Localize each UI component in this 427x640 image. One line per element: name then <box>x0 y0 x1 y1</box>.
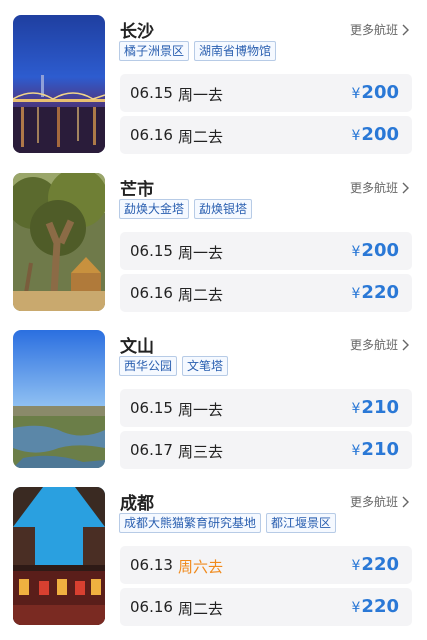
flight-row[interactable]: 06.13 周六去 ¥220 <box>120 546 412 584</box>
more-flights-label: 更多航班 <box>349 338 398 352</box>
more-flights-label: 更多航班 <box>349 495 398 509</box>
flight-day: 周二去 <box>178 286 224 304</box>
flight-row[interactable]: 06.17 周三去 ¥210 <box>120 431 412 469</box>
attraction-tag[interactable]: 西华公园 <box>119 356 178 376</box>
flight-date: 06.16 <box>130 598 173 616</box>
city-name: 文山 <box>120 337 154 357</box>
flight-row[interactable]: 06.15 周一去 ¥200 <box>120 74 412 112</box>
flight-price: ¥220 <box>352 554 400 575</box>
currency-symbol: ¥ <box>351 286 361 302</box>
attraction-tag[interactable]: 勐焕银塔 <box>194 199 253 219</box>
currency-symbol: ¥ <box>351 244 361 260</box>
flight-day: 周二去 <box>178 128 224 146</box>
currency-symbol: ¥ <box>351 86 361 102</box>
chevron-right-icon <box>402 496 409 507</box>
flight-date: 06.16 <box>130 284 173 302</box>
currency-symbol: ¥ <box>351 128 361 144</box>
currency-symbol: ¥ <box>351 558 361 574</box>
city-name: 芒市 <box>120 180 154 200</box>
more-flights-link[interactable]: 更多航班 <box>350 493 409 510</box>
flight-day: 周一去 <box>178 244 224 262</box>
city-name: 成都 <box>120 494 154 514</box>
flight-date: 06.13 <box>130 556 173 574</box>
price-value: 220 <box>361 596 399 617</box>
attraction-tags: 西华公园 文笔塔 <box>119 356 229 376</box>
flight-row[interactable]: 06.15 周一去 ¥200 <box>120 232 412 270</box>
flight-date: 06.16 <box>130 126 173 144</box>
lake-landscape-image[interactable] <box>13 330 105 468</box>
flight-row[interactable]: 06.16 周二去 ¥220 <box>120 274 412 312</box>
flight-price: ¥220 <box>352 596 400 617</box>
attraction-tag[interactable]: 都江堰景区 <box>266 513 337 533</box>
flight-day: 周三去 <box>178 443 224 461</box>
attraction-tags: 橘子洲景区 湖南省博物馆 <box>119 41 277 61</box>
more-flights-label: 更多航班 <box>349 23 398 37</box>
attraction-tags: 成都大熊猫繁育研究基地 都江堰景区 <box>119 513 337 533</box>
flight-price: ¥210 <box>352 439 400 460</box>
flight-price: ¥210 <box>352 397 400 418</box>
attraction-tags: 勐焕大金塔 勐焕银塔 <box>119 199 253 219</box>
currency-symbol: ¥ <box>351 443 361 459</box>
more-flights-label: 更多航班 <box>349 181 398 195</box>
price-value: 210 <box>361 397 399 418</box>
price-value: 210 <box>361 439 399 460</box>
more-flights-link[interactable]: 更多航班 <box>350 21 409 38</box>
flight-price: ¥200 <box>352 124 400 145</box>
flight-price: ¥200 <box>352 82 400 103</box>
destination-card[interactable]: 成都 更多航班 成都大熊猫繁育研究基地 都江堰景区 06.13 周六去 ¥220… <box>0 487 427 640</box>
flight-day: 周一去 <box>178 86 224 104</box>
destination-card[interactable]: 长沙 更多航班 橘子洲景区 湖南省博物馆 06.15 周一去 ¥200 06.1… <box>0 15 427 173</box>
currency-symbol: ¥ <box>351 401 361 417</box>
flight-day: 周一去 <box>178 401 224 419</box>
attraction-tag[interactable]: 湖南省博物馆 <box>194 41 277 61</box>
price-value: 200 <box>361 82 399 103</box>
chevron-right-icon <box>402 24 409 35</box>
attraction-tag[interactable]: 成都大熊猫繁育研究基地 <box>119 513 262 533</box>
more-flights-link[interactable]: 更多航班 <box>350 336 409 353</box>
destination-card[interactable]: 文山 更多航班 西华公园 文笔塔 06.15 周一去 ¥210 06.17 周三… <box>0 330 427 488</box>
flight-row[interactable]: 06.15 周一去 ¥210 <box>120 389 412 427</box>
flight-day: 周二去 <box>178 600 224 618</box>
price-value: 200 <box>361 124 399 145</box>
flight-price: ¥220 <box>352 282 400 303</box>
night-bridge-image[interactable] <box>13 15 105 153</box>
chevron-right-icon <box>402 182 409 193</box>
flight-price: ¥200 <box>352 240 400 261</box>
destination-card[interactable]: 芒市 更多航班 勐焕大金塔 勐焕银塔 06.15 周一去 ¥200 06.16 … <box>0 173 427 331</box>
flight-date: 06.15 <box>130 242 173 260</box>
flight-row[interactable]: 06.16 周二去 ¥200 <box>120 116 412 154</box>
banyan-tree-image[interactable] <box>13 173 105 311</box>
price-value: 220 <box>361 282 399 303</box>
flight-date: 06.17 <box>130 441 173 459</box>
more-flights-link[interactable]: 更多航班 <box>350 179 409 196</box>
city-name: 长沙 <box>120 22 154 42</box>
flight-row[interactable]: 06.16 周二去 ¥220 <box>120 588 412 626</box>
chevron-right-icon <box>402 339 409 350</box>
flight-date: 06.15 <box>130 399 173 417</box>
currency-symbol: ¥ <box>351 600 361 616</box>
flight-day: 周六去 <box>178 558 224 576</box>
ancient-street-image[interactable] <box>13 487 105 625</box>
attraction-tag[interactable]: 勐焕大金塔 <box>119 199 190 219</box>
attraction-tag[interactable]: 橘子洲景区 <box>119 41 190 61</box>
attraction-tag[interactable]: 文笔塔 <box>182 356 229 376</box>
flight-date: 06.15 <box>130 84 173 102</box>
price-value: 220 <box>361 554 399 575</box>
price-value: 200 <box>361 240 399 261</box>
